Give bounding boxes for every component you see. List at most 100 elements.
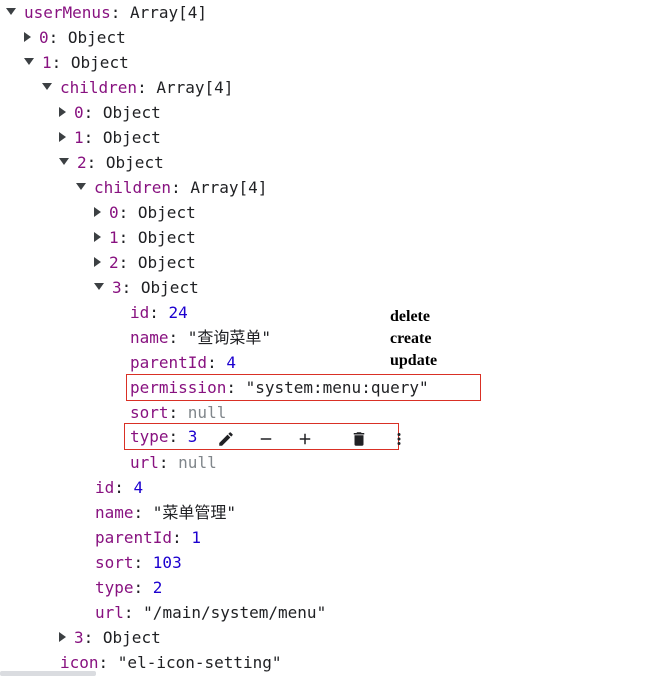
collapse-triangle-icon[interactable] [59,107,66,117]
prop-value[interactable]: 1 [191,528,201,547]
prop-key: icon [60,653,99,672]
prop-value[interactable]: 103 [153,553,182,572]
prop-value[interactable]: 24 [169,303,188,322]
prop-row-url[interactable]: url: null [130,450,217,475]
prop-row-id[interactable]: id: 4 [95,475,143,500]
horizontal-scrollbar[interactable] [0,671,96,676]
prop-type: Object [137,228,196,247]
prop-key: url [95,603,124,622]
tree-node-c2[interactable]: 2: Object [59,150,164,175]
prop-key: name [95,503,134,522]
tree-node-c1[interactable]: 1: Object [59,125,161,150]
prop-key: 3 [112,278,122,297]
prop-type: Array[4] [156,78,234,97]
prop-value[interactable]: "el-icon-setting" [118,653,282,672]
prop-row-name[interactable]: name: "查询菜单" [130,325,271,350]
prop-type: Object [140,278,199,297]
prop-key: sort [95,553,134,572]
prop-key: 1 [42,53,52,72]
tree-node-g3[interactable]: 3: Object [94,275,199,300]
collapse-triangle-icon[interactable] [94,257,101,267]
prop-type: Object [102,628,161,647]
tree-node-item0[interactable]: 0: Object [24,25,126,50]
pencil-icon[interactable] [217,430,235,448]
prop-row-name[interactable]: name: "菜单管理" [95,500,236,525]
prop-key: permission [130,378,227,397]
prop-value[interactable]: null [188,403,227,422]
prop-key: 1 [74,128,84,147]
prop-key: name [130,328,169,347]
prop-key: url [130,453,159,472]
tree-node-g2[interactable]: 2: Object [94,250,196,275]
prop-key: 2 [77,153,87,172]
prop-value[interactable]: null [178,453,217,472]
prop-type: Object [137,253,196,272]
prop-row-parentid[interactable]: parentId: 1 [95,525,201,550]
minus-icon[interactable] [257,430,275,448]
tree-node-c0[interactable]: 0: Object [59,100,161,125]
expand-triangle-icon[interactable] [76,183,86,190]
collapse-triangle-icon[interactable] [24,32,31,42]
tree-node-g0[interactable]: 0: Object [94,200,196,225]
prop-value[interactable]: "system:menu:query" [246,378,429,397]
prop-key: children [60,78,138,97]
collapse-triangle-icon[interactable] [59,632,66,642]
more-vert-icon[interactable] [390,430,408,448]
prop-key: sort [130,403,169,422]
expand-triangle-icon[interactable] [59,158,69,165]
prop-type: Object [105,153,164,172]
prop-row-id[interactable]: id: 24 [130,300,188,325]
inline-edit-toolbar [217,425,420,450]
prop-key: 0 [109,203,119,222]
prop-key: id [130,303,150,322]
prop-type: Object [102,128,161,147]
tree-node-g1[interactable]: 1: Object [94,225,196,250]
prop-row-type[interactable]: type: 2 [95,575,162,600]
prop-row-permission[interactable]: permission: "system:menu:query" [130,375,429,400]
tree-node-item1[interactable]: 1: Object [24,50,129,75]
prop-value[interactable]: "菜单管理" [153,503,236,522]
annotation-delete: delete [390,308,430,325]
prop-value[interactable]: 4 [134,478,144,497]
prop-type: Array[4] [190,178,268,197]
prop-value[interactable]: 2 [153,578,163,597]
collapse-triangle-icon[interactable] [94,207,101,217]
prop-key: children [94,178,172,197]
trash-icon[interactable] [350,430,368,448]
plus-icon[interactable] [296,430,314,448]
tree-node-c3[interactable]: 3: Object [59,625,161,650]
expand-triangle-icon[interactable] [94,283,104,290]
prop-type: Object [137,203,196,222]
prop-type: Object [67,28,126,47]
prop-value[interactable]: "/main/system/menu" [143,603,326,622]
prop-type: Object [70,53,129,72]
prop-key: 1 [109,228,119,247]
prop-key: 0 [74,103,84,122]
prop-row-sort[interactable]: sort: 103 [95,550,182,575]
prop-row-sort[interactable]: sort: null [130,400,226,425]
prop-key: userMenus [24,3,111,22]
prop-key: parentId [130,353,208,372]
prop-key: 3 [74,628,84,647]
prop-key: 0 [39,28,49,47]
prop-type: Object [102,103,161,122]
prop-value[interactable]: 4 [226,353,236,372]
tree-node-children[interactable]: children: Array[4] [42,75,233,100]
prop-key: 2 [109,253,119,272]
tree-node-usermenus[interactable]: userMenus: Array[4] [6,0,207,25]
prop-value[interactable]: 3 [188,427,198,446]
prop-value[interactable]: "查询菜单" [188,328,271,347]
prop-key: id [95,478,115,497]
collapse-triangle-icon[interactable] [59,132,66,142]
expand-triangle-icon[interactable] [42,83,52,90]
expand-triangle-icon[interactable] [6,8,16,15]
collapse-triangle-icon[interactable] [94,232,101,242]
tree-node-gc-children[interactable]: children: Array[4] [76,175,267,200]
prop-row-type[interactable]: type: 3 [130,424,420,449]
annotation-create: create [390,330,432,347]
prop-key: parentId [95,528,173,547]
prop-row-parentid[interactable]: parentId: 4 [130,350,236,375]
prop-row-url[interactable]: url: "/main/system/menu" [95,600,326,625]
expand-triangle-icon[interactable] [24,58,34,65]
prop-key: type [95,578,134,597]
